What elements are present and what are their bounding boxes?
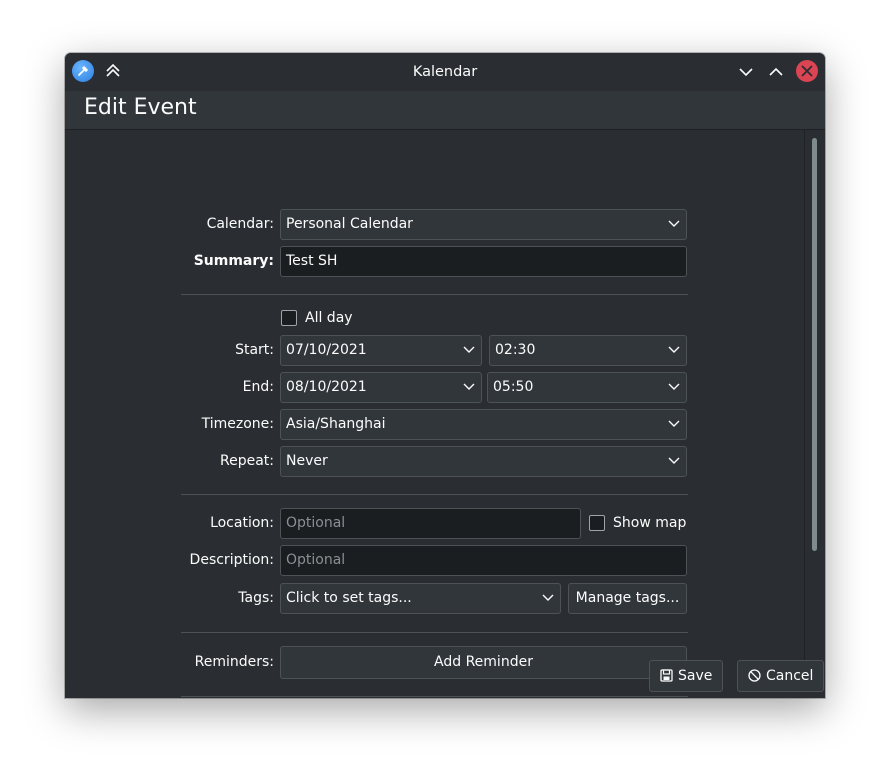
calendar-combo[interactable]: Personal Calendar xyxy=(280,209,687,240)
show-map-label: Show map xyxy=(613,515,687,531)
chevron-down-icon xyxy=(668,346,680,353)
tags-combo[interactable]: Click to set tags... xyxy=(280,583,561,614)
timezone-value: Asia/Shanghai xyxy=(286,416,386,432)
calendar-label: Calendar: xyxy=(206,216,274,232)
tags-value: Click to set tags... xyxy=(286,590,412,606)
page-header: Edit Event xyxy=(65,91,825,130)
chevron-down-icon xyxy=(463,383,475,390)
cancel-button[interactable]: Cancel xyxy=(737,660,825,692)
maximize-icon[interactable] xyxy=(766,62,786,82)
chevron-down-icon xyxy=(542,594,554,601)
save-icon xyxy=(660,669,673,682)
close-icon[interactable] xyxy=(796,60,818,82)
chevron-down-icon xyxy=(668,420,680,427)
end-time-combo[interactable]: 05:50 xyxy=(487,372,687,403)
add-reminder-button[interactable]: Add Reminder xyxy=(280,646,687,679)
cancel-icon xyxy=(748,669,761,682)
description-label: Description: xyxy=(189,552,274,568)
start-time-combo[interactable]: 02:30 xyxy=(489,335,687,366)
reminders-label: Reminders: xyxy=(194,654,274,670)
kalendar-window: Kalendar Edit Event Calendar: Personal C… xyxy=(65,53,825,698)
summary-label: Summary: xyxy=(193,253,274,269)
cancel-label: Cancel xyxy=(766,668,814,684)
tags-label: Tags: xyxy=(238,590,274,606)
calendar-value: Personal Calendar xyxy=(286,216,413,232)
repeat-label: Repeat: xyxy=(220,453,274,469)
start-date-value: 07/10/2021 xyxy=(286,342,367,358)
chevron-down-icon xyxy=(668,383,680,390)
timezone-label: Timezone: xyxy=(201,416,274,432)
manage-tags-button[interactable]: Manage tags... xyxy=(568,583,687,614)
form-area: Calendar: Personal Calendar Summary: Tes… xyxy=(65,130,825,698)
repeat-combo[interactable]: Never xyxy=(280,446,687,477)
location-label: Location: xyxy=(210,515,274,531)
timezone-combo[interactable]: Asia/Shanghai xyxy=(280,409,687,440)
titlebar[interactable]: Kalendar xyxy=(65,53,825,91)
save-label: Save xyxy=(678,668,713,684)
end-date-value: 08/10/2021 xyxy=(286,379,367,395)
separator xyxy=(181,294,688,295)
page-title: Edit Event xyxy=(84,95,197,120)
start-date-combo[interactable]: 07/10/2021 xyxy=(280,335,482,366)
chevron-down-icon xyxy=(668,220,680,227)
description-field[interactable]: Optional xyxy=(280,545,687,576)
repeat-value: Never xyxy=(286,453,328,469)
separator xyxy=(181,494,688,495)
all-day-label: All day xyxy=(305,310,353,326)
end-date-combo[interactable]: 08/10/2021 xyxy=(280,372,482,403)
separator xyxy=(181,696,688,697)
chevron-down-icon xyxy=(668,457,680,464)
separator xyxy=(181,632,688,633)
chevron-down-icon xyxy=(463,346,475,353)
minimize-icon[interactable] xyxy=(736,62,756,82)
end-time-value: 05:50 xyxy=(493,379,534,395)
location-field[interactable]: Optional xyxy=(280,508,581,539)
show-map-checkbox[interactable] xyxy=(589,515,605,531)
summary-field[interactable]: Test SH xyxy=(280,246,687,277)
start-time-value: 02:30 xyxy=(495,342,536,358)
window-title: Kalendar xyxy=(412,64,478,80)
start-label: Start: xyxy=(235,342,274,358)
all-day-checkbox[interactable] xyxy=(281,310,297,326)
save-button[interactable]: Save xyxy=(649,660,724,692)
end-label: End: xyxy=(242,379,274,395)
scrollbar-thumb[interactable] xyxy=(812,138,817,551)
